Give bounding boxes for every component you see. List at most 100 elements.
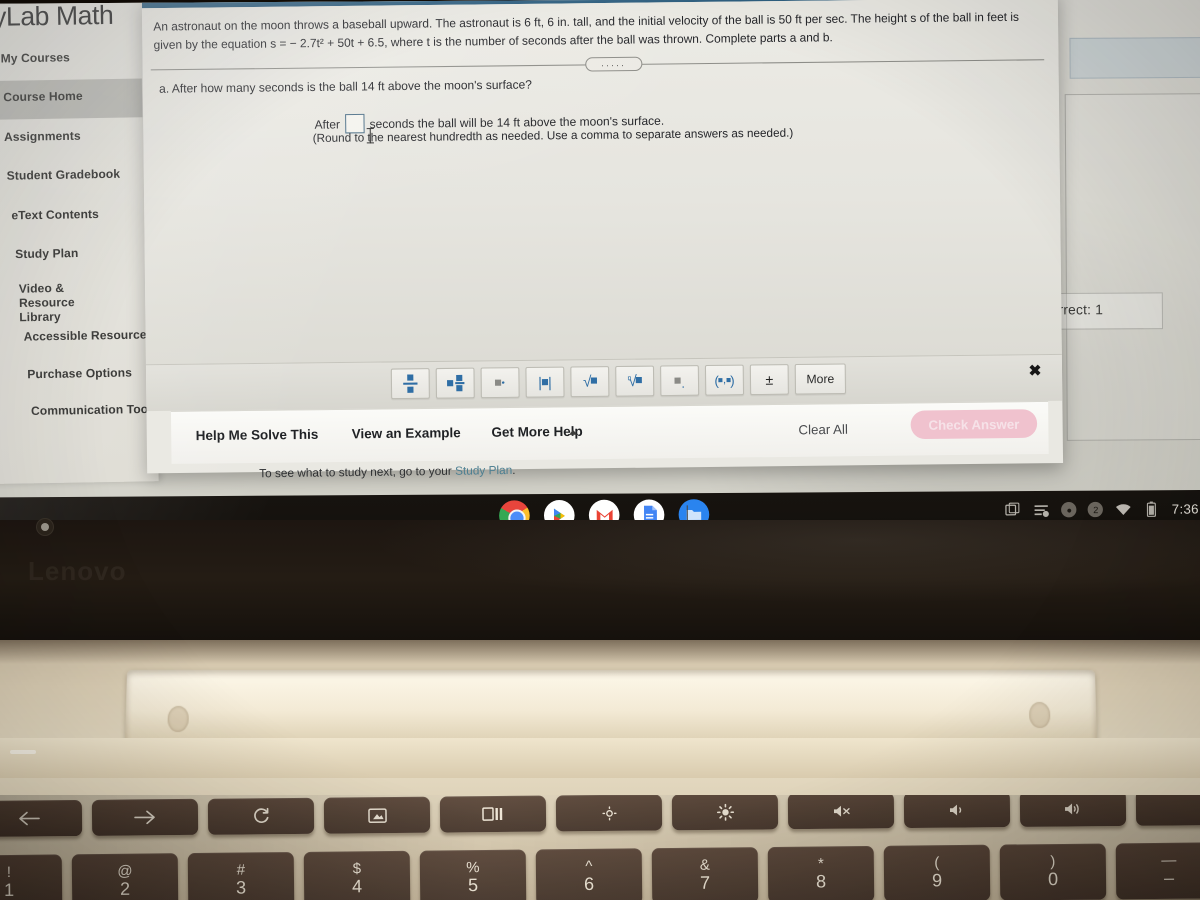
key-minus-symbol: — — [1161, 851, 1177, 869]
study-plan-note-suffix: . — [512, 463, 516, 478]
clock[interactable]: 7:36 — [1172, 501, 1199, 516]
account-icon[interactable]: ● — [1061, 501, 1077, 518]
key-4[interactable]: $ 4 — [303, 850, 411, 900]
key-6[interactable]: ^ 6 — [535, 848, 643, 900]
key-3[interactable]: # 3 — [187, 852, 295, 900]
section-divider: ..... — [150, 52, 1045, 76]
interval-button[interactable]: (,) — [704, 364, 745, 396]
key-9-symbol: ( — [934, 854, 940, 872]
key-4-number: 4 — [351, 876, 363, 897]
key-3-number: 3 — [235, 877, 247, 898]
battery-icon[interactable] — [1143, 500, 1160, 517]
sidebar-item-my-courses[interactable]: My Courses — [1, 50, 70, 65]
sidebar-item-accessible-resources[interactable]: Accessible Resources — [24, 327, 154, 343]
key-reload[interactable] — [207, 797, 315, 835]
problem-statement: An astronaut on the moon throws a baseba… — [153, 10, 1020, 52]
key-2-number: 2 — [119, 878, 131, 899]
sidebar-item-student-gradebook[interactable]: Student Gradebook — [7, 167, 121, 183]
mixed-number-button[interactable] — [435, 367, 475, 399]
subscript-button[interactable]: . — [660, 365, 700, 397]
background-panel-header — [1069, 36, 1200, 79]
key-minus-number: – — [1163, 867, 1175, 888]
key-9[interactable]: ( 9 — [883, 844, 991, 900]
screen-bezel: Lenovo — [0, 518, 1200, 650]
background-panel-body — [1064, 92, 1200, 441]
key-6-number: 6 — [583, 873, 595, 894]
key-9-number: 9 — [931, 870, 943, 891]
key-forward[interactable] — [91, 798, 199, 836]
key-0-symbol: ) — [1050, 853, 1056, 871]
answer-prefix-label: After — [314, 116, 341, 132]
wifi-icon[interactable] — [1115, 501, 1132, 518]
absolute-value-button[interactable]: | | — [525, 366, 565, 398]
text-cursor-icon — [369, 128, 371, 144]
sidebar-item-assignments[interactable]: Assignments — [4, 128, 81, 144]
key-1-symbol: ! — [6, 863, 12, 882]
notifications-icon[interactable] — [1033, 501, 1050, 518]
key-8[interactable]: * 8 — [767, 845, 875, 900]
key-2[interactable]: @ 2 — [71, 853, 179, 900]
account-badge[interactable]: 2 — [1088, 501, 1104, 518]
square-root-button[interactable]: √ — [570, 366, 610, 398]
key-5[interactable]: % 5 — [419, 849, 527, 900]
dialog-action-bar: Help Me Solve This View an Example Get M… — [170, 400, 1049, 464]
sidebar-item-purchase-options[interactable]: Purchase Options — [27, 365, 132, 381]
check-answer-button[interactable]: Check Answer — [910, 409, 1038, 440]
sidebar-item-course-home[interactable]: Course Home — [3, 89, 83, 105]
dialog-content: An astronaut on the moon throws a baseba… — [141, 0, 1062, 365]
key-7-symbol: & — [699, 856, 710, 874]
key-fullscreen[interactable] — [323, 796, 431, 834]
key-6-symbol: ^ — [585, 857, 593, 875]
hinge-bumper-left — [167, 706, 190, 733]
key-7[interactable]: & 7 — [651, 847, 759, 900]
keyboard-function-row — [0, 795, 1200, 837]
sidebar-item-video-resource-library[interactable]: Video & Resource Library — [19, 280, 114, 325]
fraction-button[interactable] — [390, 368, 430, 400]
key-8-number: 8 — [815, 871, 827, 892]
view-an-example-button[interactable]: View an Example — [352, 425, 461, 442]
bezel-glare — [0, 520, 1200, 650]
key-volume-down[interactable] — [903, 795, 1011, 829]
answer-input[interactable] — [344, 113, 365, 134]
key-overview[interactable] — [439, 795, 547, 833]
deck-lip — [0, 738, 1200, 778]
key-lock[interactable] — [1135, 795, 1200, 826]
help-me-solve-this-button[interactable]: Help Me Solve This — [196, 427, 319, 444]
course-sidebar: MyLab Math My Courses Course Home Assign… — [0, 0, 159, 485]
deck-shadow — [0, 640, 1200, 664]
divider-expander-button[interactable]: ..... — [585, 56, 643, 72]
study-plan-note-prefix: To see what to study next, go to your — [259, 464, 456, 481]
system-tray[interactable]: ● 2 7:36 — [1004, 500, 1199, 519]
key-5-symbol: % — [466, 859, 480, 877]
key-brightness-up[interactable] — [671, 795, 779, 831]
key-4-symbol: $ — [352, 860, 362, 878]
key-0[interactable]: ) 0 — [999, 843, 1107, 900]
study-plan-link[interactable]: Study Plan — [455, 464, 512, 478]
nth-root-button[interactable]: n √ — [615, 365, 655, 397]
photo-of-chromebook: orrect: 1 MyLab Math My Courses Course H… — [0, 0, 1200, 900]
key-1[interactable]: ! 1 — [0, 854, 63, 900]
key-brightness-down[interactable] — [555, 795, 663, 832]
hinge-cover — [124, 670, 1098, 745]
close-icon[interactable]: ✖ — [1029, 361, 1042, 379]
more-symbols-button[interactable]: More — [794, 363, 847, 395]
keyboard-number-row: ! 1 @ 2 # 3 $ 4 % 5 ^ 6 & 7 * 8 (9) 0 … — [0, 842, 1200, 900]
sidebar-item-study-plan[interactable]: Study Plan — [15, 246, 78, 261]
exponent-button[interactable]: • — [480, 367, 520, 399]
math-palette: • | | √ n √ . (,) ± More — [390, 363, 847, 400]
chevron-up-icon — [568, 429, 578, 435]
key-8-symbol: * — [817, 855, 824, 873]
key-back[interactable] — [0, 799, 83, 837]
sidebar-item-communication-tools[interactable]: Communication Tools — [31, 402, 159, 418]
key-mute[interactable] — [787, 795, 895, 830]
part-a-question: a. After how many seconds is the ball 14… — [159, 77, 533, 96]
key-volume-up[interactable] — [1019, 795, 1127, 827]
key-2-symbol: @ — [117, 862, 133, 880]
key-0-number: 0 — [1047, 869, 1059, 890]
hinge-bumper-right — [1028, 702, 1051, 729]
clear-all-button[interactable]: Clear All — [798, 422, 848, 438]
sidebar-item-etext-contents[interactable]: eText Contents — [11, 207, 99, 223]
key-minus[interactable]: — – — [1115, 842, 1200, 900]
plus-minus-button[interactable]: ± — [749, 364, 789, 396]
screen-capture-icon[interactable] — [1004, 501, 1021, 518]
